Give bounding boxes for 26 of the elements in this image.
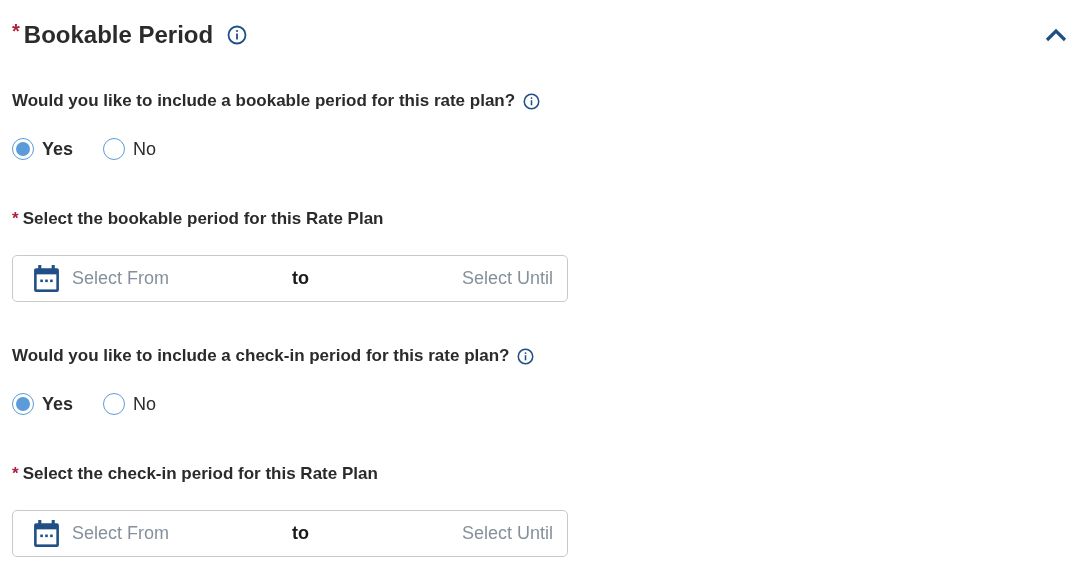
collapse-chevron-icon[interactable] <box>1044 27 1068 43</box>
from-placeholder: Select From <box>72 523 171 544</box>
question-text: Would you like to include a bookable period for this rate plan? <box>12 91 516 111</box>
until-placeholder: Select Until <box>461 523 553 544</box>
field-label: Select the check-in period for this Rate Plan <box>22 464 378 484</box>
question-text: Would you like to include a check-in period for this rate plan? <box>12 346 510 366</box>
info-icon[interactable] <box>227 25 248 45</box>
info-icon[interactable] <box>523 92 541 110</box>
radio-label[interactable]: No <box>133 138 157 160</box>
range-separator: to <box>292 268 309 289</box>
date-range-field[interactable]: Select From to Select Until <box>12 255 568 302</box>
required-asterisk: * <box>12 20 20 43</box>
field-label: Select the bookable period for this Rate Plan <box>22 209 384 229</box>
from-placeholder: Select From <box>72 268 171 289</box>
radio-label[interactable]: Yes <box>42 393 74 415</box>
info-icon[interactable] <box>517 347 535 365</box>
calendar-icon <box>33 264 60 293</box>
radio-label[interactable]: Yes <box>42 138 74 160</box>
radio-label[interactable]: No <box>133 393 157 415</box>
date-range-field[interactable]: Select From to Select Until <box>12 510 568 557</box>
required-asterisk: * <box>12 464 19 484</box>
calendar-icon <box>33 519 60 548</box>
range-separator: to <box>292 523 309 544</box>
section-title: Bookable Period <box>23 21 214 49</box>
required-asterisk: * <box>12 209 19 229</box>
until-placeholder: Select Until <box>461 268 553 289</box>
